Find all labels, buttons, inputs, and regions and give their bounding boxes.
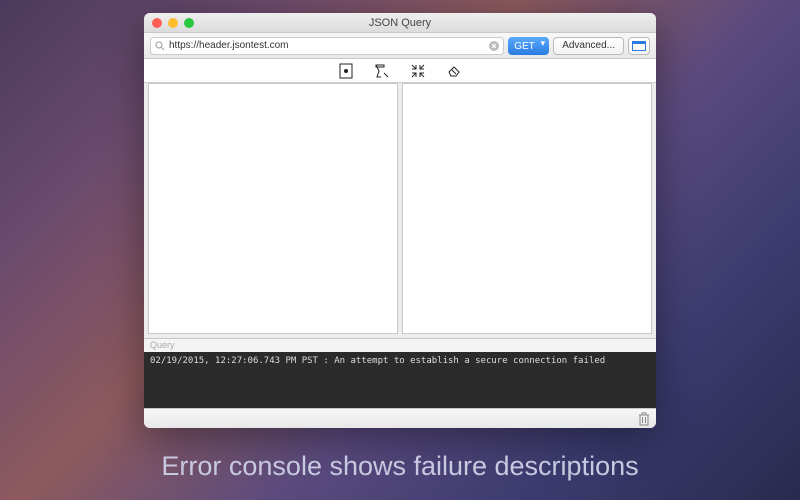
url-input[interactable] <box>169 40 485 51</box>
app-window: JSON Query GET Advanced... <box>144 13 656 428</box>
error-console[interactable]: 02/19/2015, 12:27:06.743 PM PST : An att… <box>144 352 656 408</box>
advanced-button[interactable]: Advanced... <box>553 37 624 55</box>
action-icons <box>144 59 656 83</box>
toolbar: GET Advanced... <box>144 33 656 59</box>
footer <box>144 408 656 428</box>
compact-button[interactable] <box>409 62 427 80</box>
search-icon <box>155 41 165 51</box>
query-label: Query <box>144 338 656 352</box>
console-line: 02/19/2015, 12:27:06.743 PM PST : An att… <box>150 356 605 366</box>
titlebar: JSON Query <box>144 13 656 33</box>
prettify-button[interactable] <box>337 62 355 80</box>
window-title: JSON Query <box>144 17 656 29</box>
promo-caption: Error console shows failure descriptions <box>0 451 800 482</box>
clear-button[interactable] <box>445 62 463 80</box>
method-select[interactable]: GET <box>508 37 549 55</box>
method-select-wrap: GET <box>508 36 549 56</box>
panel-icon <box>632 41 646 51</box>
content-panes <box>144 83 656 338</box>
trash-icon <box>638 412 650 426</box>
right-pane[interactable] <box>402 83 652 334</box>
trash-button[interactable] <box>638 412 650 426</box>
panel-toggle-button[interactable] <box>628 37 650 55</box>
clear-url-icon[interactable] <box>489 41 499 51</box>
left-pane[interactable] <box>148 83 398 334</box>
url-field-wrap <box>150 37 504 55</box>
format-button[interactable] <box>373 62 391 80</box>
